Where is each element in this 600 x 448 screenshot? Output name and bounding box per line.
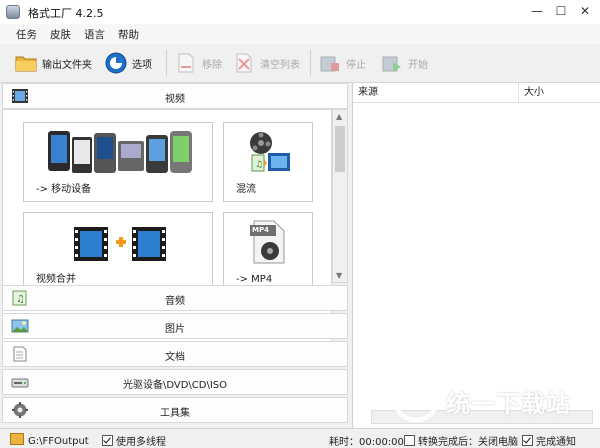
output-folder-label: 输出文件夹 [42, 59, 92, 71]
minimize-button[interactable]: — [528, 3, 546, 19]
column-size[interactable]: 大小 [519, 83, 600, 103]
category-pane: 视频 -> 移动设备 ♫ 混流 视频合并 MP4 -> MP4 ♫ 音频 图片 … [0, 83, 350, 428]
video-join-label: 视频合并 [36, 274, 76, 285]
start-icon [380, 51, 404, 75]
category-tools-label: 工具集 [160, 408, 190, 419]
clear-list-label: 清空列表 [260, 59, 300, 71]
column-source[interactable]: 来源 [353, 83, 519, 103]
category-document-label: 文档 [165, 352, 185, 363]
menu-language[interactable]: 语言 [84, 27, 105, 42]
mp4-card[interactable]: MP4 -> MP4 [223, 212, 313, 292]
svg-text:♫: ♫ [255, 160, 263, 170]
watermark-logo: 统一下载站 [392, 372, 592, 426]
folder-icon [10, 433, 24, 445]
notify-checkbox[interactable]: 完成通知 [522, 433, 576, 448]
after-convert-checkbox[interactable]: 转换完成后：关闭电脑 [404, 433, 518, 448]
category-tools[interactable]: 工具集 [2, 397, 348, 423]
mobile-devices-icon [46, 127, 196, 180]
output-folder-button[interactable]: 输出文件夹 [14, 50, 92, 76]
category-picture[interactable]: 图片 [2, 313, 348, 339]
category-audio-label: 音频 [165, 296, 185, 307]
maximize-button[interactable]: ☐ [552, 3, 570, 19]
category-disc-label: 光驱设备\DVD\CD\ISO [122, 380, 228, 391]
stop-button[interactable]: 停止 [318, 50, 366, 76]
mux-label: 混流 [236, 184, 256, 195]
start-label: 开始 [408, 59, 428, 71]
grid-scrollbar[interactable]: ▲ ▼ [332, 109, 348, 283]
toolbar-separator [310, 50, 311, 76]
menu-bar: 任务 皮肤 语言 帮助 [0, 24, 600, 44]
options-label: 选项 [132, 59, 152, 71]
checkbox-unchecked-icon [404, 435, 415, 446]
scroll-thumb[interactable] [335, 126, 345, 172]
output-path-text: G:\FFOutput [28, 436, 89, 447]
remove-label: 移除 [202, 59, 222, 71]
category-disc[interactable]: 光驱设备\DVD\CD\ISO [2, 369, 348, 395]
toolbar: 输出文件夹 选项 移除 清空列表 停止 开始 [0, 44, 600, 83]
mux-icon: ♫ [246, 129, 292, 176]
menu-help[interactable]: 帮助 [118, 27, 139, 42]
scroll-down-icon[interactable]: ▼ [336, 271, 342, 280]
toolbar-separator [166, 50, 167, 76]
video-join-icon [72, 223, 168, 268]
app-icon [6, 5, 20, 19]
clear-icon [232, 51, 256, 75]
status-bar: G:\FFOutput 使用多线程 耗时：00:00:00 转换完成后：关闭电脑… [0, 428, 600, 448]
multithread-label: 使用多线程 [116, 437, 166, 448]
menu-skin[interactable]: 皮肤 [50, 27, 71, 42]
stop-label: 停止 [346, 59, 366, 71]
start-button[interactable]: 开始 [380, 50, 428, 76]
category-document[interactable]: 文档 [2, 341, 348, 367]
checkbox-checked-icon [102, 435, 113, 446]
mobile-device-card[interactable]: -> 移动设备 [23, 122, 213, 202]
elapsed-time: 耗时：00:00:00 [329, 437, 404, 448]
mp4-label: -> MP4 [236, 274, 273, 285]
clear-list-button[interactable]: 清空列表 [232, 50, 300, 76]
mux-card[interactable]: ♫ 混流 [223, 122, 313, 202]
remove-button[interactable]: 移除 [174, 50, 222, 76]
category-audio[interactable]: ♫ 音频 [2, 285, 348, 311]
after-convert-label: 转换完成后：关闭电脑 [418, 437, 518, 448]
video-join-card[interactable]: 视频合并 [23, 212, 213, 292]
multithread-checkbox[interactable]: 使用多线程 [102, 433, 166, 448]
folder-icon [14, 51, 38, 75]
category-video-label: 视频 [165, 94, 185, 105]
scroll-up-icon[interactable]: ▲ [336, 112, 342, 121]
menu-tasks[interactable]: 任务 [16, 27, 37, 42]
stop-icon [318, 51, 342, 75]
output-path[interactable]: G:\FFOutput [10, 433, 89, 447]
title-bar: 格式工厂 4.2.5 — ☐ ✕ [0, 0, 600, 24]
options-button[interactable]: 选项 [104, 50, 152, 76]
notify-label: 完成通知 [536, 437, 576, 448]
mp4-badge: MP4 [252, 226, 269, 234]
category-video[interactable]: 视频 [2, 83, 348, 109]
checkbox-checked-icon [522, 435, 533, 446]
remove-icon [174, 51, 198, 75]
mobile-device-label: -> 移动设备 [36, 184, 92, 195]
mp4-file-icon: MP4 [248, 219, 288, 265]
watermark-text: 统一下载站 [446, 390, 571, 418]
category-picture-label: 图片 [165, 324, 185, 335]
close-button[interactable]: ✕ [576, 3, 594, 19]
options-icon [104, 51, 128, 75]
window-title: 格式工厂 4.2.5 [28, 7, 104, 20]
